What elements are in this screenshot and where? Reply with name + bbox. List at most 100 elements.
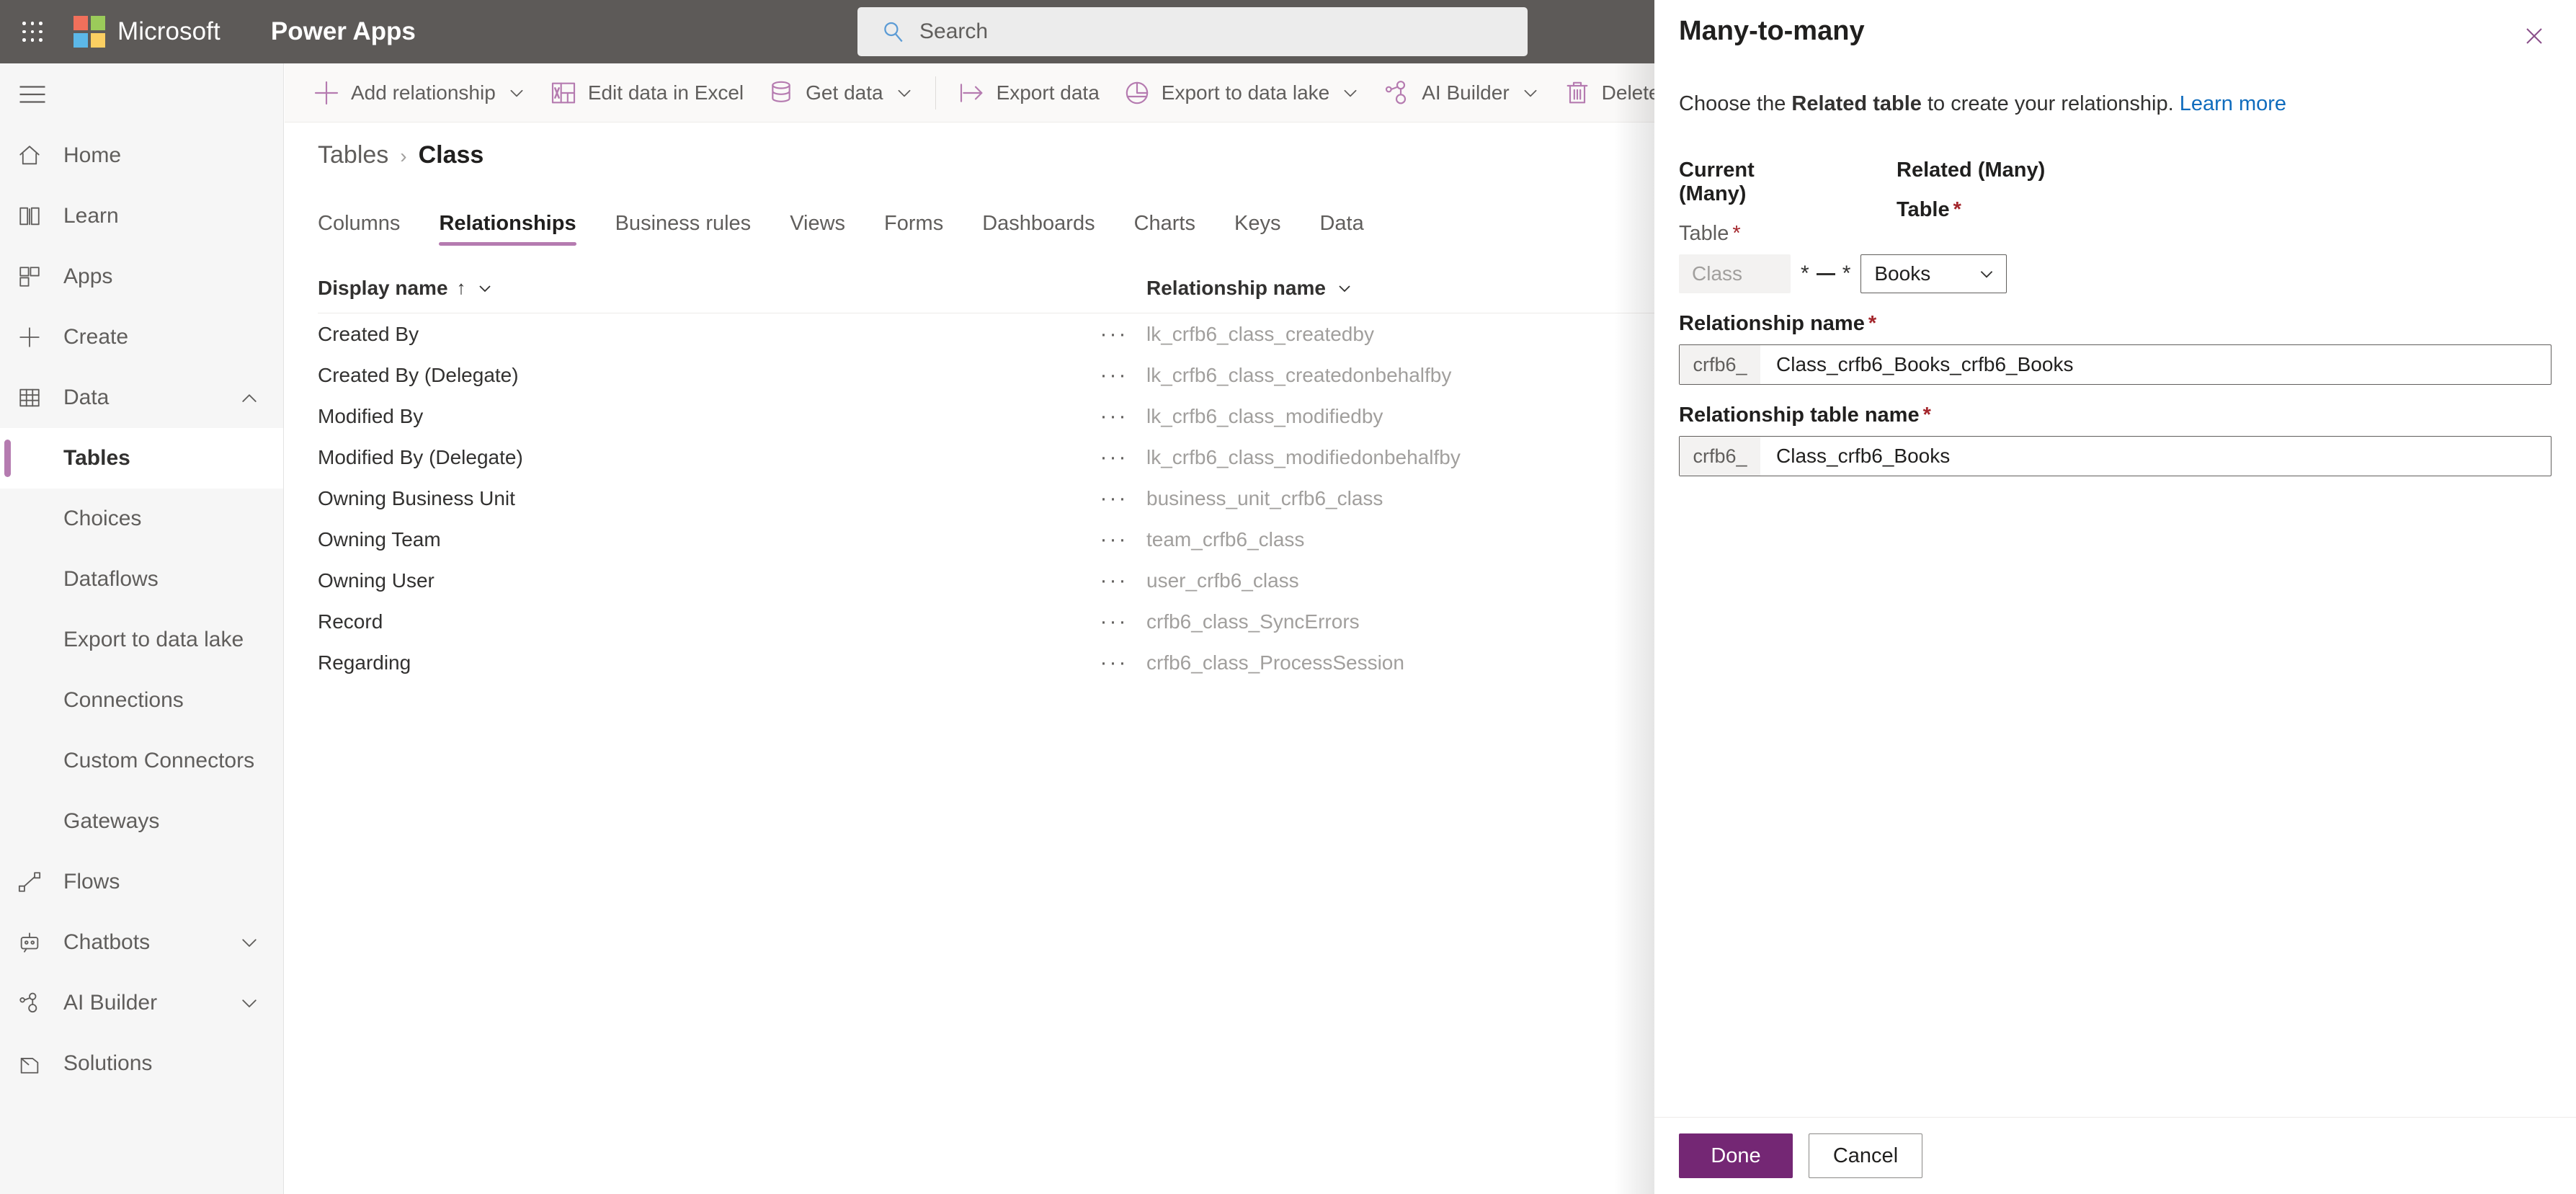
sidebar-item-chatbots[interactable]: Chatbots bbox=[0, 912, 283, 973]
sidebar-item-solutions[interactable]: Solutions bbox=[0, 1033, 283, 1094]
sidebar-item-label: Chatbots bbox=[63, 930, 151, 954]
tab-business-rules[interactable]: Business rules bbox=[615, 212, 752, 246]
tab-label: Keys bbox=[1234, 212, 1281, 235]
command-export-to-data-lake[interactable]: Export to data lake bbox=[1111, 63, 1371, 122]
search-icon bbox=[884, 22, 903, 43]
chevron-up-icon[interactable] bbox=[239, 387, 260, 409]
chevron-down-icon[interactable] bbox=[507, 84, 526, 102]
command-label: Export to data lake bbox=[1161, 81, 1330, 104]
sidebar-item-flows[interactable]: Flows bbox=[0, 852, 283, 912]
sidebar-item-label: Tables bbox=[63, 446, 130, 470]
page-title: Class bbox=[418, 141, 484, 169]
sidebar-item-tables[interactable]: Tables bbox=[0, 428, 283, 489]
sidebar-item-learn[interactable]: Learn bbox=[0, 186, 283, 246]
tab-label: Relationships bbox=[439, 212, 576, 235]
table-fields-row: Class * * Books bbox=[1679, 254, 2552, 294]
sidebar-item-home[interactable]: Home bbox=[0, 125, 283, 186]
command-export-data[interactable]: Export data bbox=[946, 63, 1111, 122]
chevron-down-icon[interactable] bbox=[895, 84, 914, 102]
row-more-options-icon[interactable]: ··· bbox=[1082, 322, 1146, 347]
column-header-display-name[interactable]: Display name ↑ bbox=[318, 277, 1082, 300]
relationship-table-name-input[interactable]: crfb6_ Class_crfb6_Books bbox=[1679, 436, 2552, 477]
app-launcher-icon[interactable] bbox=[16, 15, 49, 48]
sidebar-item-apps[interactable]: Apps bbox=[0, 246, 283, 307]
row-more-options-icon[interactable]: ··· bbox=[1082, 527, 1146, 552]
row-more-options-icon[interactable]: ··· bbox=[1082, 610, 1146, 634]
trash-icon bbox=[1563, 79, 1592, 107]
row-more-options-icon[interactable]: ··· bbox=[1082, 486, 1146, 511]
cell-display-name: Modified By (Delegate) bbox=[318, 445, 523, 468]
learn-more-link[interactable]: Learn more bbox=[2180, 92, 2286, 115]
command-label: AI Builder bbox=[1422, 81, 1510, 104]
sidebar-item-export-to-data-lake[interactable]: Export to data lake bbox=[0, 610, 283, 670]
command-label: Add relationship bbox=[351, 81, 496, 104]
tab-keys[interactable]: Keys bbox=[1234, 212, 1280, 246]
sidebar-item-label: Gateways bbox=[63, 809, 160, 833]
database-icon bbox=[767, 79, 795, 107]
sidebar-item-label: Connections bbox=[63, 688, 184, 712]
panel-scrim bbox=[1614, 63, 1654, 1194]
home-icon bbox=[17, 143, 55, 168]
command-label: Edit data in Excel bbox=[587, 81, 744, 104]
row-more-options-icon[interactable]: ··· bbox=[1082, 445, 1146, 470]
chevron-down-icon[interactable] bbox=[239, 992, 260, 1014]
relationship-name-field-block: Relationship name * crfb6_ Class_crfb6_Bo… bbox=[1679, 312, 2552, 386]
tab-columns[interactable]: Columns bbox=[318, 212, 400, 246]
close-icon[interactable] bbox=[2514, 16, 2554, 56]
relationship-name-value[interactable]: Class_crfb6_Books_crfb6_Books bbox=[1760, 345, 2551, 384]
related-table-field-label: Table * bbox=[1897, 198, 2552, 222]
table-icon bbox=[17, 386, 55, 410]
command-label: Get data bbox=[806, 81, 883, 104]
tab-label: Columns bbox=[318, 212, 401, 235]
relationship-table-name-label: Relationship table name * bbox=[1679, 404, 2552, 427]
tab-views[interactable]: Views bbox=[790, 212, 845, 246]
row-more-options-icon[interactable]: ··· bbox=[1082, 569, 1146, 593]
cell-display-name: Regarding bbox=[318, 651, 411, 674]
chevron-down-icon[interactable] bbox=[476, 280, 494, 297]
sidebar-item-gateways[interactable]: Gateways bbox=[0, 791, 283, 852]
chevron-down-icon[interactable] bbox=[1521, 84, 1540, 102]
row-more-options-icon[interactable]: ··· bbox=[1082, 363, 1146, 388]
row-more-options-icon[interactable]: ··· bbox=[1082, 651, 1146, 675]
tab-label: Dashboards bbox=[982, 212, 1095, 235]
tab-relationships[interactable]: Relationships bbox=[439, 212, 576, 246]
sidebar-item-connections[interactable]: Connections bbox=[0, 670, 283, 731]
cell-display-name: Owning Business Unit bbox=[318, 486, 515, 509]
relationship-name-input[interactable]: crfb6_ Class_crfb6_Books_crfb6_Books bbox=[1679, 344, 2552, 386]
relationship-cardinality-indicator: * * bbox=[1791, 254, 1860, 293]
tab-forms[interactable]: Forms bbox=[884, 212, 943, 246]
panel-title: Many-to-many bbox=[1679, 16, 1865, 46]
search-input[interactable]: Search bbox=[857, 7, 1528, 56]
relationship-table-name-value[interactable]: Class_crfb6_Books bbox=[1760, 437, 2551, 476]
command-ai-builder[interactable]: AI Builder bbox=[1371, 63, 1551, 122]
done-button[interactable]: Done bbox=[1679, 1133, 1793, 1178]
column-gap bbox=[1827, 159, 1897, 246]
command-get-data[interactable]: Get data bbox=[755, 63, 924, 122]
cardinality-right-star: * bbox=[1842, 262, 1851, 286]
sidebar-item-custom-connectors[interactable]: Custom Connectors bbox=[0, 731, 283, 791]
tab-data[interactable]: Data bbox=[1319, 212, 1363, 246]
chevron-down-icon[interactable] bbox=[239, 932, 260, 953]
chevron-down-icon[interactable] bbox=[1341, 84, 1360, 102]
sidebar-item-create[interactable]: Create bbox=[0, 307, 283, 367]
command-add-relationship[interactable]: Add relationship bbox=[300, 63, 538, 122]
tab-charts[interactable]: Charts bbox=[1134, 212, 1195, 246]
breadcrumb-parent-tables[interactable]: Tables bbox=[318, 141, 388, 169]
current-table-field-label: Table * bbox=[1679, 222, 1827, 246]
chevron-down-icon[interactable] bbox=[1336, 280, 1353, 297]
sidebar-item-choices[interactable]: Choices bbox=[0, 489, 283, 549]
command-edit-data-in-excel[interactable]: Edit data in Excel bbox=[538, 63, 755, 122]
column-header-relationship-name-label: Relationship name bbox=[1146, 276, 1326, 299]
tab-dashboards[interactable]: Dashboards bbox=[982, 212, 1095, 246]
current-table-column: Current (Many) Table * bbox=[1679, 159, 1827, 246]
hamburger-menu-icon[interactable] bbox=[0, 63, 283, 125]
sidebar-item-label: Custom Connectors bbox=[63, 749, 255, 772]
sidebar-item-dataflows[interactable]: Dataflows bbox=[0, 549, 283, 610]
sidebar-item-label: Home bbox=[63, 143, 122, 167]
related-table-dropdown[interactable]: Books bbox=[1860, 254, 2007, 294]
row-more-options-icon[interactable]: ··· bbox=[1082, 404, 1146, 429]
sidebar-item-data[interactable]: Data bbox=[0, 367, 283, 428]
sidebar-item-label: Choices bbox=[63, 507, 142, 530]
cancel-button[interactable]: Cancel bbox=[1809, 1133, 1922, 1178]
sidebar-item-ai-builder[interactable]: AI Builder bbox=[0, 973, 283, 1033]
